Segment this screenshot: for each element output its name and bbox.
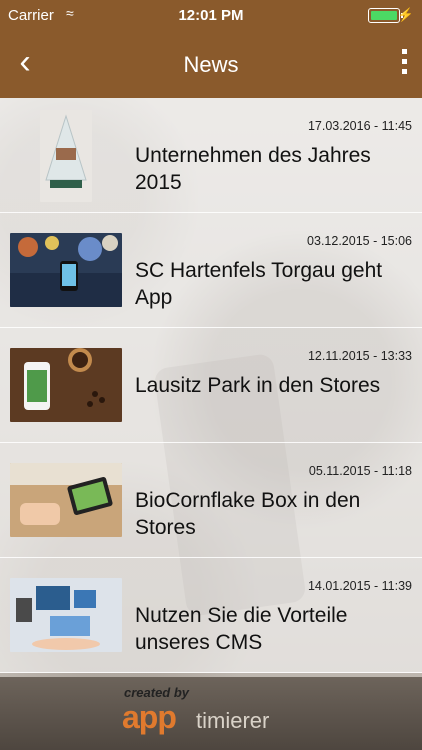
news-item[interactable]: 17.03.2016 - 11:45 Unternehmen des Jahre… [0,98,422,213]
bolt-icon: ⚡ [397,7,414,22]
news-date: 17.03.2016 - 11:45 [307,119,412,133]
news-thumbnail-award [40,110,92,202]
more-vertical-icon[interactable] [398,44,410,84]
news-date: 05.11.2015 - 11:18 [308,464,412,478]
news-thumbnail-devices [10,578,122,652]
page-title: News [183,52,239,77]
news-date: 12.11.2015 - 13:33 [307,349,412,363]
news-item[interactable]: 12.11.2015 - 13:33 Lausitz Park in den S… [0,328,422,443]
status-bar: Carrier ≈ 12:01 PM ⚡ [0,0,422,30]
news-title: Unternehmen des Jahres 2015 [135,144,371,194]
news-thumbnail-hands-phone [10,463,122,537]
news-date: 03.12.2015 - 15:06 [307,234,412,248]
battery-icon [368,8,403,23]
footer-branding: created by app timierer [0,677,422,750]
nav-bar: ‹ News [0,30,422,98]
news-thumbnail-phone-coffee [10,348,122,422]
news-title: BioCornflake Box in den Stores [135,489,361,539]
created-by-label: created by [124,685,190,700]
news-title: Nutzen Sie die Vorteile unseres CMS [135,604,348,654]
news-title: Lausitz Park in den Stores [135,374,381,397]
news-title: SC Hartenfels Torgau geht App [135,259,383,309]
news-thumbnail-crowd [10,233,122,307]
news-date: 14.01.2015 - 11:39 [307,579,412,593]
brand-logo-app: app [122,699,177,735]
clock: 12:01 PM [178,7,244,24]
brand-logo-timierer: timierer [196,708,270,733]
battery-fill [371,11,397,20]
news-item[interactable]: 03.12.2015 - 15:06 SC Hartenfels Torgau … [0,213,422,328]
news-item[interactable]: 05.11.2015 - 11:18 BioCornflake Box in d… [0,443,422,558]
news-item[interactable]: 14.01.2015 - 11:39 Nutzen Sie die Vortei… [0,558,422,673]
news-list: 17.03.2016 - 11:45 Unternehmen des Jahre… [0,98,422,673]
